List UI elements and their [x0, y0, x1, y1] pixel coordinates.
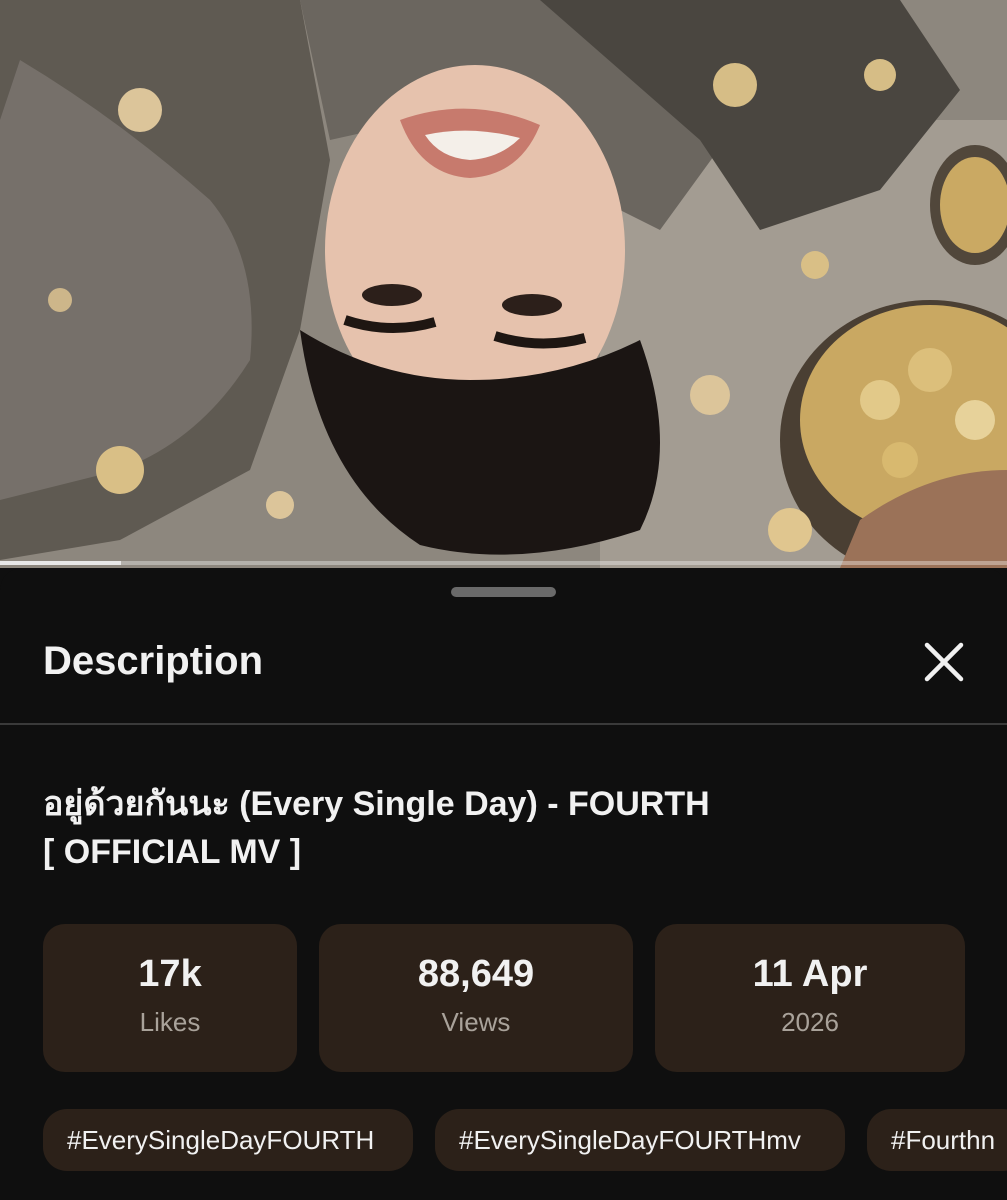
video-title-line-2: [ OFFICIAL MV ]	[43, 833, 302, 871]
date-stat-card: 11 Apr 2026	[655, 924, 965, 1072]
close-icon	[924, 642, 964, 682]
video-player[interactable]	[0, 0, 1007, 568]
description-sheet: Description อยู่ด้วยกันนะ (Every Single …	[0, 568, 1007, 1200]
video-progress-bar[interactable]	[0, 561, 1007, 565]
video-progress-fill	[0, 561, 121, 565]
header-divider	[0, 723, 1007, 725]
video-title-line-1: อยู่ด้วยกันนะ (Every Single Day) - FOURT…	[43, 785, 710, 823]
views-stat-card: 88,649 Views	[319, 924, 633, 1072]
publish-year: 2026	[781, 1007, 839, 1037]
hashtag-chip[interactable]: #Fourthn	[867, 1109, 1007, 1171]
likes-count: 17k	[138, 953, 202, 995]
video-frame-image	[0, 0, 1007, 568]
app-screen: Description อยู่ด้วยกันนะ (Every Single …	[0, 0, 1007, 1200]
views-count: 88,649	[417, 953, 535, 995]
hashtag-chip[interactable]: #EverySingleDayFOURTHmv	[435, 1109, 845, 1171]
likes-stat-card: 17k Likes	[43, 924, 297, 1072]
publish-date: 11 Apr	[752, 953, 868, 995]
views-label: Views	[441, 1007, 511, 1037]
sheet-drag-handle[interactable]	[451, 587, 556, 597]
likes-label: Likes	[139, 1007, 201, 1037]
close-button[interactable]	[914, 632, 974, 692]
sheet-title: Description	[43, 639, 264, 683]
hashtag-chip[interactable]: #EverySingleDayFOURTH	[43, 1109, 413, 1171]
hashtag-row: #EverySingleDayFOURTH #EverySingleDayFOU…	[0, 1109, 1007, 1173]
video-title: อยู่ด้วยกันนะ (Every Single Day) - FOURT…	[43, 780, 963, 876]
